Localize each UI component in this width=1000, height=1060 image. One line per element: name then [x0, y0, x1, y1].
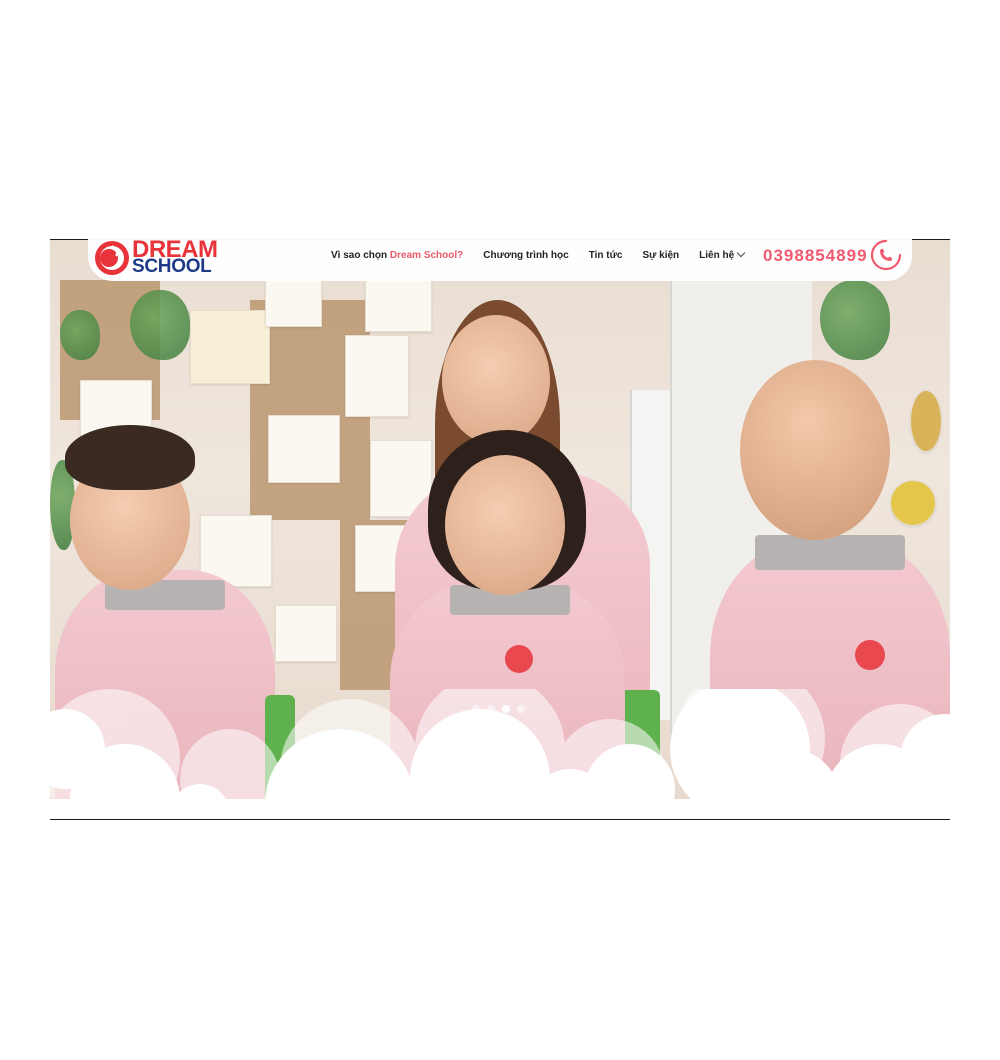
nav-contact-label: Liên hệ [699, 250, 735, 261]
nav-item-events[interactable]: Sự kiện [642, 250, 679, 261]
shirt-logo [505, 645, 533, 673]
logo[interactable]: DREAM SCHOOL [94, 238, 218, 277]
logo-text-school: SCHOOL [132, 256, 212, 277]
slider-dots [472, 705, 525, 713]
slider-dot-4[interactable] [517, 705, 525, 713]
nav-why-prefix: Vì sao chọn [331, 250, 388, 261]
logo-icon [95, 241, 129, 275]
chevron-down-icon [736, 248, 746, 258]
nav-item-why[interactable]: Vì sao chọn Dream School? [331, 250, 463, 261]
slider-dot-3[interactable] [502, 705, 510, 713]
slider-dot-1[interactable] [472, 705, 480, 713]
phone-number[interactable]: 0398854899 [763, 246, 868, 266]
nav-item-news[interactable]: Tin tức [589, 250, 623, 261]
shirt-logo [855, 640, 885, 670]
site-header: DREAM SCHOOL Vì sao chọn Dream School? C… [88, 232, 912, 281]
slider-dot-2[interactable] [487, 705, 495, 713]
phone-icon[interactable] [870, 239, 902, 271]
nav-item-program[interactable]: Chương trình học [483, 250, 568, 261]
nav-item-contact[interactable]: Liên hệ [699, 248, 746, 261]
hero-slider [50, 239, 950, 820]
nav-why-highlight: Dream School? [389, 250, 464, 261]
main-nav: Vì sao chọn Dream School? Chương trình h… [331, 248, 746, 261]
